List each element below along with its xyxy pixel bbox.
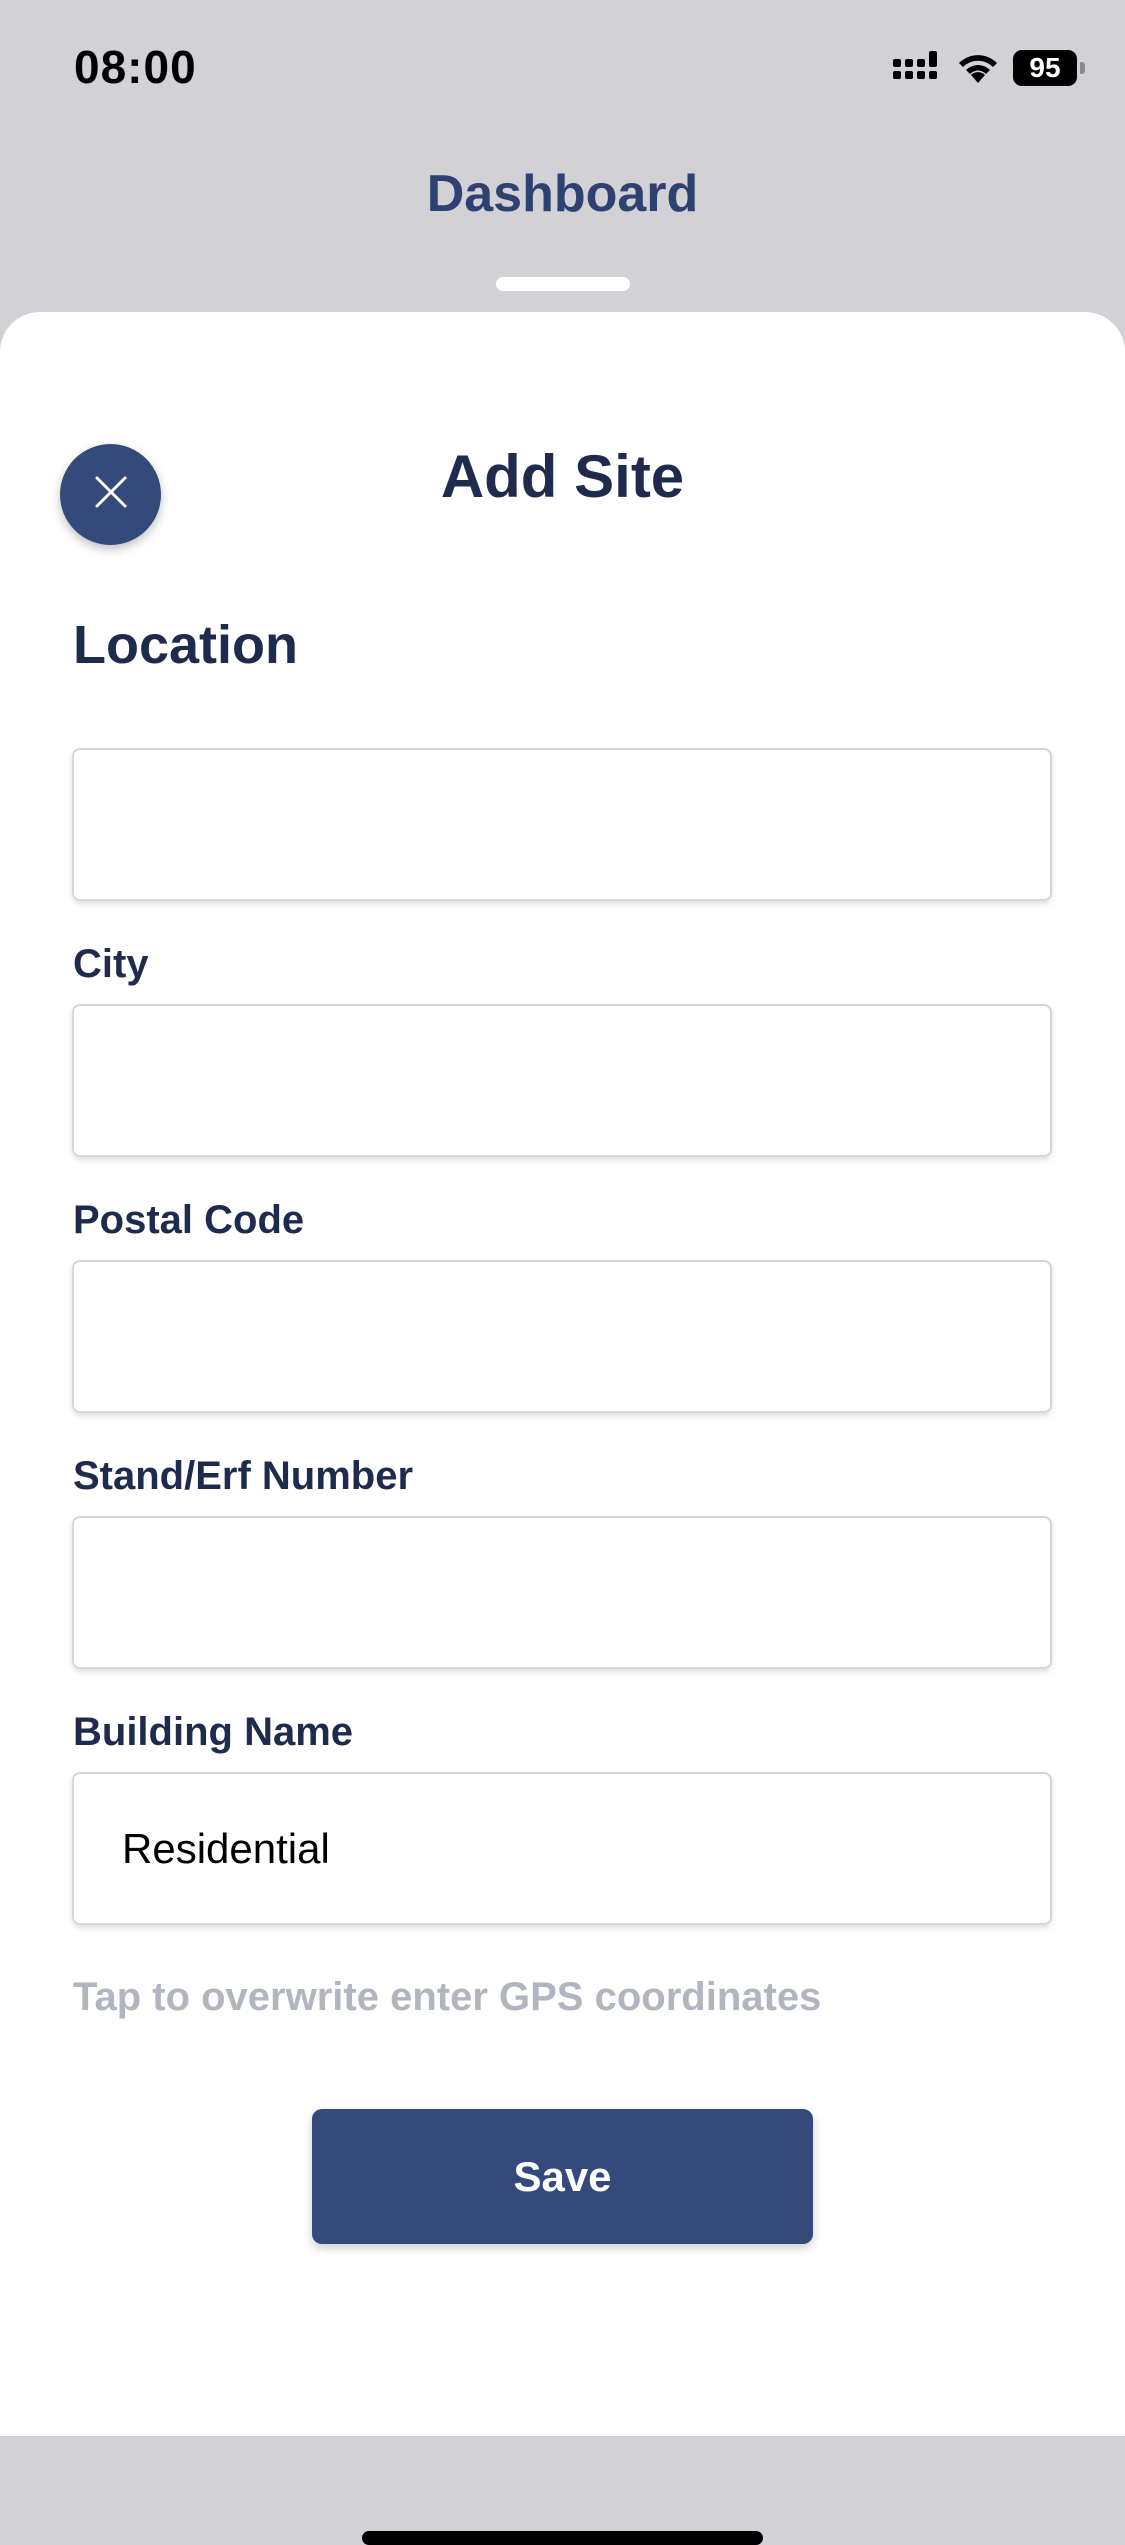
stand-erf-number-label: Stand/Erf Number [73,1454,414,1498]
postal-code-input[interactable] [72,1260,1052,1413]
background-title: Dashboard [426,165,699,223]
stand-erf-number-input[interactable] [72,1516,1052,1669]
building-name-input[interactable] [72,1772,1052,1925]
sheet-title: Add Site [440,443,685,510]
save-button[interactable]: Save [312,2109,813,2244]
close-button[interactable] [60,444,161,545]
battery-tip [1080,62,1085,74]
add-site-sheet: Add Site Location City Postal Code Stand… [0,312,1125,2545]
battery-level: 95 [1013,50,1077,86]
status-bar: 08:00 95 [0,0,1125,140]
close-icon [93,474,129,515]
wifi-icon [955,51,1001,85]
sheet-grabber[interactable] [496,277,630,291]
postal-code-label: Postal Code [73,1198,305,1242]
section-title-location: Location [73,615,298,675]
signal-icon [893,51,943,85]
home-indicator [362,2531,763,2545]
location-input[interactable] [72,748,1052,901]
gps-coordinates-link[interactable]: Tap to overwrite enter GPS coordinates [73,1975,821,2020]
battery-icon: 95 [1013,50,1085,86]
status-time: 08:00 [74,41,197,93]
city-input[interactable] [72,1004,1052,1157]
city-label: City [73,942,149,986]
building-name-label: Building Name [73,1710,354,1754]
status-icons: 95 [893,50,1085,86]
